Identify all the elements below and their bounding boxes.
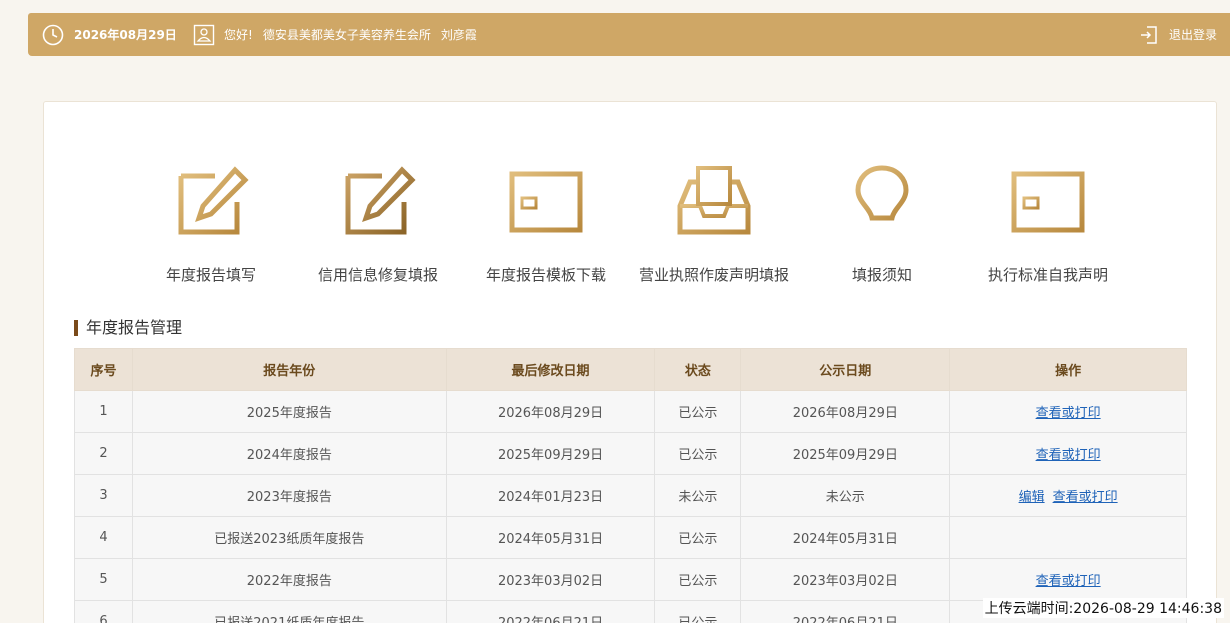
cell-public-date: 2024年05月31日 [740,516,951,559]
cell-status: 已公示 [654,600,742,623]
cell-status: 已公示 [654,432,742,475]
header-public-date: 公示日期 [740,348,951,391]
cell-action: 编辑 查看或打印 [949,474,1187,517]
func-annual-report-fill[interactable]: 年度报告填写 [121,162,301,285]
cell-no: 3 [74,474,133,517]
cell-action: 查看或打印 [949,432,1187,475]
annual-report-table: 序号 报告年份 最后修改日期 状态 公示日期 操作 1 2025年度报告 202… [74,348,1187,623]
header-action: 操作 [949,348,1187,391]
cell-no: 1 [74,390,133,433]
template-icon [1011,171,1085,233]
cell-public-date: 2026年08月29日 [740,390,951,433]
cell-modified: 2025年09月29日 [445,432,656,475]
cell-year: 2022年度报告 [131,558,447,601]
func-label: 年度报告模板下载 [485,266,606,284]
cell-public-date: 2023年03月02日 [740,558,951,601]
cell-public-date: 未公示 [740,474,951,517]
cell-year: 2023年度报告 [131,474,447,517]
func-label: 填报须知 [851,266,912,284]
logout-button[interactable]: 退出登录 [1169,13,1217,56]
template-icon [509,171,583,233]
func-label: 信用信息修复填报 [317,266,438,284]
greeting-text: 您好! [224,28,253,42]
main-panel: 年度报告填写 信用信息修复填报 年度报告模板下载 营业执照作废声明填报 填报须知… [43,101,1217,623]
edit-link[interactable]: 编辑 [1019,490,1045,505]
view-print-link[interactable]: 查看或打印 [1036,406,1101,421]
cell-year: 已报送2023纸质年度报告 [131,516,447,559]
table-row: 1 2025年度报告 2026年08月29日 已公示 2026年08月29日 查… [74,390,1187,433]
current-date: 2026年08月29日 [74,28,177,42]
table-row: 5 2022年度报告 2023年03月02日 已公示 2023年03月02日 查… [74,558,1187,601]
greeting: 您好! 德安县美都美女子美容养生会所 刘彦霞 [224,13,487,56]
edit-icon [178,166,249,235]
cell-no: 4 [74,516,133,559]
cell-status: 已公示 [654,558,742,601]
cell-action: 查看或打印 [949,558,1187,601]
header-no: 序号 [74,348,133,391]
logout-icon[interactable] [1139,13,1159,56]
cell-public-date: 2025年09月29日 [740,432,951,475]
cell-modified: 2022年06月21日 [445,600,656,623]
table-row: 2 2024年度报告 2025年09月29日 已公示 2025年09月29日 查… [74,432,1187,475]
func-label: 执行标准自我声明 [987,266,1108,284]
edit-icon [345,166,416,235]
cell-public-date: 2022年06月21日 [740,600,951,623]
user-name: 刘彦霞 [440,28,477,42]
view-print-link[interactable]: 查看或打印 [1036,448,1101,463]
cell-year: 2025年度报告 [131,390,447,433]
func-label: 年度报告填写 [165,266,256,284]
top-bar: 2026年08月29日 您好! 德安县美都美女子美容养生会所 刘彦霞 退出登录 [28,13,1230,56]
func-credit-repair[interactable]: 信用信息修复填报 [288,162,468,285]
upload-timestamp: 上传云端时间:2026-08-29 14:46:38 [982,598,1224,618]
view-print-link[interactable]: 查看或打印 [1036,574,1101,589]
cell-year: 2024年度报告 [131,432,447,475]
user-icon [193,13,215,56]
func-template-download[interactable]: 年度报告模板下载 [456,162,636,285]
cell-year: 已报送2021纸质年度报告 [131,600,447,623]
header-modified: 最后修改日期 [445,348,656,391]
cell-no: 6 [74,600,133,623]
table-row: 3 2023年度报告 2024年01月23日 未公示 未公示 编辑 查看或打印 [74,474,1187,517]
table-row: 4 已报送2023纸质年度报告 2024年05月31日 已公示 2024年05月… [74,516,1187,559]
cell-status: 未公示 [654,474,742,517]
header-year: 报告年份 [131,348,447,391]
cell-modified: 2024年05月31日 [445,516,656,559]
inbox-icon [677,166,751,235]
cell-status: 已公示 [654,516,742,559]
cell-modified: 2026年08月29日 [445,390,656,433]
func-license-void[interactable]: 营业执照作废声明填报 [624,162,804,285]
cell-action [949,516,1187,559]
section-title: 年度报告管理 [74,320,182,336]
cell-modified: 2023年03月02日 [445,558,656,601]
header-status: 状态 [654,348,742,391]
func-label: 营业执照作废声明填报 [638,266,789,284]
cell-no: 5 [74,558,133,601]
clock-icon [42,13,64,56]
cell-no: 2 [74,432,133,475]
lightbulb-icon [855,165,909,240]
cell-action: 查看或打印 [949,390,1187,433]
cell-status: 已公示 [654,390,742,433]
company-name: 德安县美都美女子美容养生会所 [262,28,431,42]
func-standard-declaration[interactable]: 执行标准自我声明 [958,162,1138,285]
view-print-link[interactable]: 查看或打印 [1053,490,1118,505]
table-header-row: 序号 报告年份 最后修改日期 状态 公示日期 操作 [74,348,1187,391]
cell-modified: 2024年01月23日 [445,474,656,517]
func-instructions[interactable]: 填报须知 [792,162,972,285]
